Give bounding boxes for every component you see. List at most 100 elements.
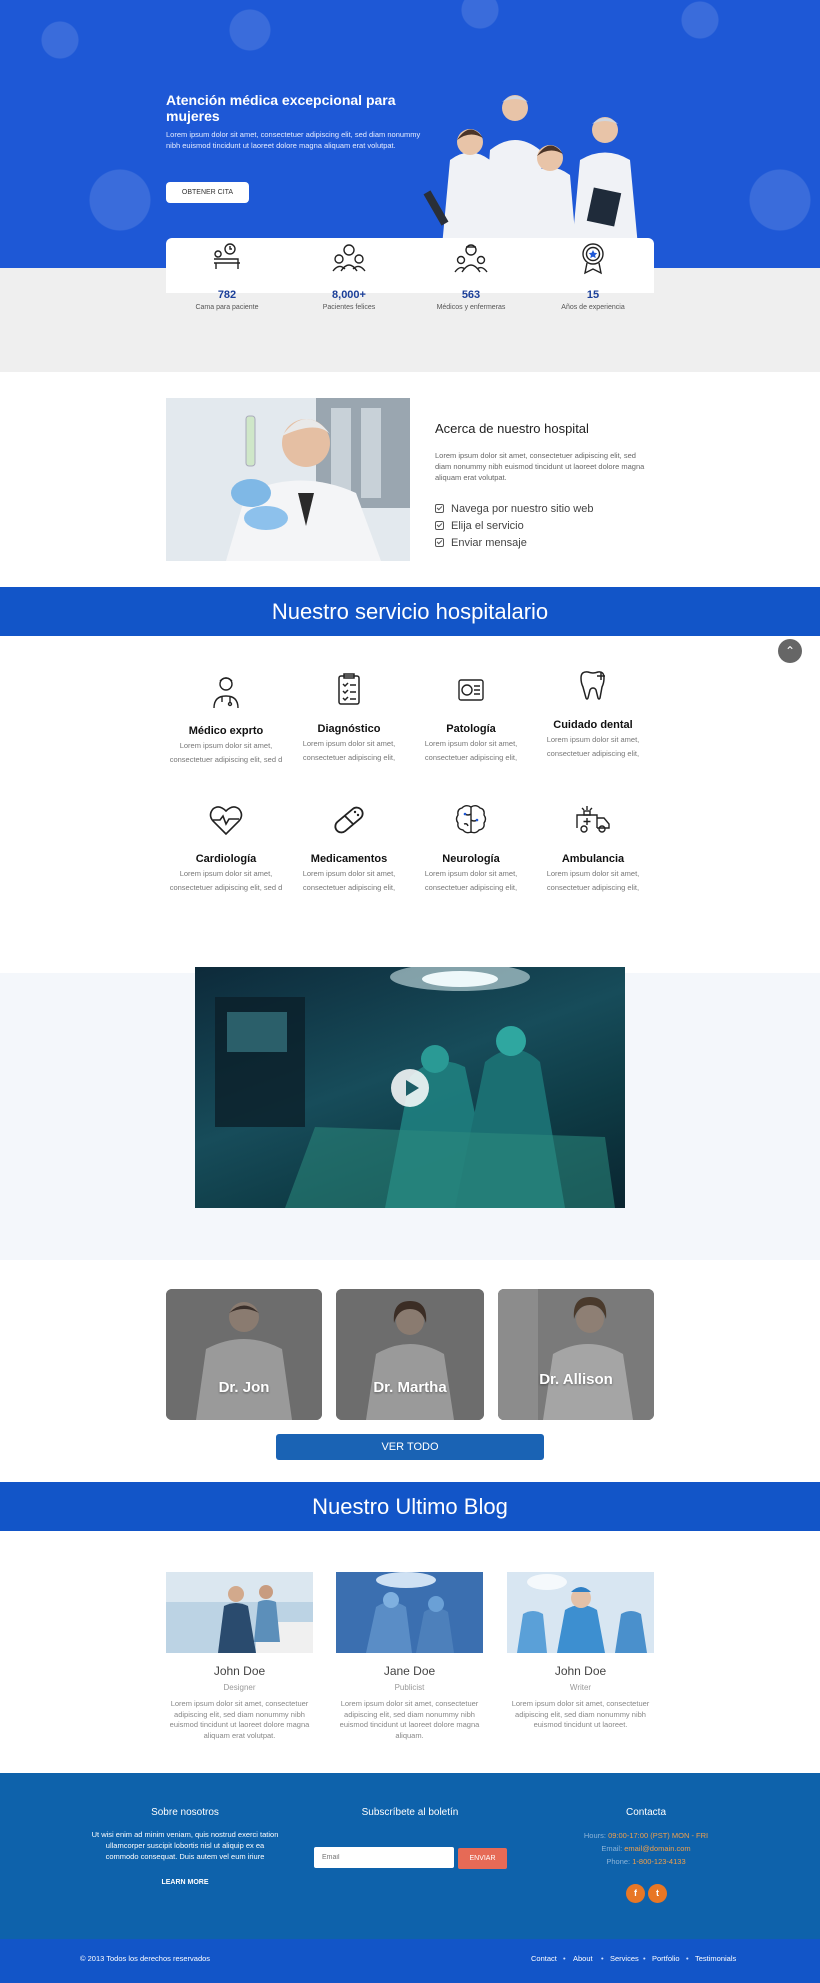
newsletter-send-button[interactable]: ENVIAR [458, 1848, 507, 1869]
blog-excerpt: Lorem ipsum dolor sit amet, consectetuer… [339, 1699, 480, 1740]
bottom-bar: © 2013 Todos los derechos reservados Con… [0, 1939, 820, 1983]
contact-hours: Hours: 09:00-17:00 (PST) MON - FRI [583, 1831, 709, 1840]
stat-years: 15 Años de experiencia [532, 238, 654, 318]
doctors-icon [454, 244, 488, 273]
service-title: Patología [446, 723, 496, 735]
footer-nav-contact[interactable]: Contact [531, 1954, 557, 1963]
footer-nav-about[interactable]: About [573, 1954, 593, 1963]
blog-post[interactable]: Jane Doe Publicist Lorem ipsum dolor sit… [336, 1572, 483, 1741]
service-item[interactable]: Medicamentos Lorem ipsum dolor sit amet,… [288, 802, 410, 893]
service-item[interactable]: Diagnóstico Lorem ipsum dolor sit amet, … [288, 672, 410, 763]
hero-title: Atención médica excepcional para mujeres [166, 92, 396, 124]
blog-post[interactable]: John Doe Designer Lorem ipsum dolor sit … [166, 1572, 313, 1741]
service-title: Diagnóstico [317, 723, 381, 735]
service-desc: Lorem ipsum dolor sit amet, [302, 869, 396, 878]
contact-title: Contacta [625, 1807, 667, 1818]
team-card-jon[interactable]: Dr. Jon [166, 1289, 322, 1420]
service-title: Médico exprto [188, 725, 264, 737]
about-list: Navega por nuestro sitio web Elija el se… [435, 500, 593, 551]
footer-nav-portfolio[interactable]: Portfolio [652, 1954, 680, 1963]
checkbox-icon [435, 538, 444, 547]
service-title: Neurología [442, 853, 500, 865]
blog-post-image [166, 1572, 313, 1653]
doctor-photo [498, 1289, 654, 1420]
blog-author: John Doe [213, 1664, 266, 1678]
about-list-item: Enviar mensaje [435, 534, 593, 551]
service-desc: consectetuer adipiscing elit, [546, 749, 640, 758]
contact-phone: Phone: 1-800-123-4133 [606, 1857, 686, 1866]
stat-doctors: 563 Médicos y enfermeras [410, 238, 532, 318]
doctor-photo [336, 1289, 484, 1420]
services-title-band: Nuestro servicio hospitalario [0, 587, 820, 636]
happy-patients-icon [332, 244, 366, 272]
stat-value: 563 [461, 289, 481, 301]
blog-author: John Doe [554, 1664, 607, 1678]
footer-nav-separator: • [601, 1954, 604, 1963]
team-card-martha[interactable]: Dr. Martha [336, 1289, 484, 1420]
service-desc: Lorem ipsum dolor sit amet, [424, 869, 518, 878]
service-item[interactable]: Ambulancia Lorem ipsum dolor sit amet, c… [532, 802, 654, 893]
service-title: Ambulancia [561, 853, 625, 865]
twitter-icon[interactable]: t [648, 1884, 667, 1903]
service-desc: consectetuer adipiscing elit, sed d [169, 883, 283, 892]
stat-patients: 8,000+ Pacientes felices [288, 238, 410, 318]
team-member-name: Dr. Martha [373, 1379, 447, 1396]
blog-post[interactable]: John Doe Writer Lorem ipsum dolor sit am… [507, 1572, 654, 1731]
service-desc: consectetuer adipiscing elit, [546, 883, 640, 892]
service-title: Cardiología [195, 853, 257, 865]
copyright: © 2013 Todos los derechos reservados [80, 1954, 211, 1963]
footer-nav-testimonials[interactable]: Testimonials [695, 1954, 736, 1963]
blog-role: Publicist [394, 1683, 425, 1692]
blog-post-image [507, 1572, 654, 1653]
blog-role: Designer [223, 1683, 256, 1692]
stats-panel: 782 Cama para paciente 8,000+ Pacientes … [166, 238, 654, 311]
brain-icon [455, 805, 487, 834]
learn-more-link[interactable]: LEARN MORE [150, 1879, 220, 1886]
service-desc: consectetuer adipiscing elit, [424, 883, 518, 892]
service-item[interactable]: Patología Lorem ipsum dolor sit amet, co… [410, 672, 532, 763]
service-desc: Lorem ipsum dolor sit amet, [179, 741, 273, 750]
footer-about-title: Sobre nosotros [151, 1807, 219, 1818]
service-desc: consectetuer adipiscing elit, [424, 753, 518, 762]
stat-value: 15 [586, 289, 600, 301]
stat-beds: 782 Cama para paciente [166, 238, 288, 318]
pathology-icon [458, 679, 484, 701]
service-desc: Lorem ipsum dolor sit amet, [546, 869, 640, 878]
service-item[interactable]: Cuidado dental Lorem ipsum dolor sit ame… [532, 668, 654, 759]
service-title: Cuidado dental [553, 719, 633, 731]
award-icon [582, 243, 604, 275]
contact-email: Email: email@domain.com [601, 1844, 691, 1853]
team-card-allison[interactable]: Dr. Allison [498, 1289, 654, 1420]
service-desc: Lorem ipsum dolor sit amet, [424, 739, 518, 748]
get-appointment-button[interactable]: OBTENER CITA [166, 182, 249, 203]
service-item[interactable]: Cardiología Lorem ipsum dolor sit amet, … [165, 802, 287, 893]
scroll-to-top-button[interactable]: ⌃ [778, 639, 802, 663]
service-item[interactable]: Neurología Lorem ipsum dolor sit amet, c… [410, 802, 532, 893]
clipboard-icon [338, 673, 360, 705]
service-desc: consectetuer adipiscing elit, [302, 883, 396, 892]
service-desc: Lorem ipsum dolor sit amet, [546, 735, 640, 744]
service-item[interactable]: Médico exprto Lorem ipsum dolor sit amet… [165, 674, 287, 765]
play-button[interactable] [391, 1069, 429, 1107]
stat-label: Años de experiencia [561, 304, 625, 311]
doctor-photo [166, 1289, 322, 1420]
footer-about-text: Ut wisi enim ad minim veniam, quis nostr… [91, 1830, 279, 1861]
about-doctor-image [166, 398, 410, 561]
stat-label: Médicos y enfermeras [436, 304, 506, 311]
stat-value: 782 [217, 289, 237, 301]
heart-icon [209, 806, 243, 836]
stat-value: 8,000+ [332, 289, 366, 301]
hero-section: Atención médica excepcional para mujeres… [0, 0, 820, 268]
service-title: Medicamentos [310, 853, 388, 865]
footer-nav-separator: • [643, 1954, 646, 1963]
view-all-button[interactable]: VER TODO [276, 1434, 544, 1460]
newsletter-email-input[interactable] [314, 1847, 454, 1868]
blog-excerpt: Lorem ipsum dolor sit amet, consectetuer… [169, 1699, 310, 1740]
service-desc: consectetuer adipiscing elit, [302, 753, 396, 762]
stat-label: Pacientes felices [322, 304, 376, 311]
about-list-item: Elija el servicio [435, 517, 593, 534]
hospital-bed-icon [214, 243, 240, 269]
tooth-icon [580, 671, 605, 700]
facebook-icon[interactable]: f [626, 1884, 645, 1903]
footer-nav-services[interactable]: Services [610, 1954, 639, 1963]
